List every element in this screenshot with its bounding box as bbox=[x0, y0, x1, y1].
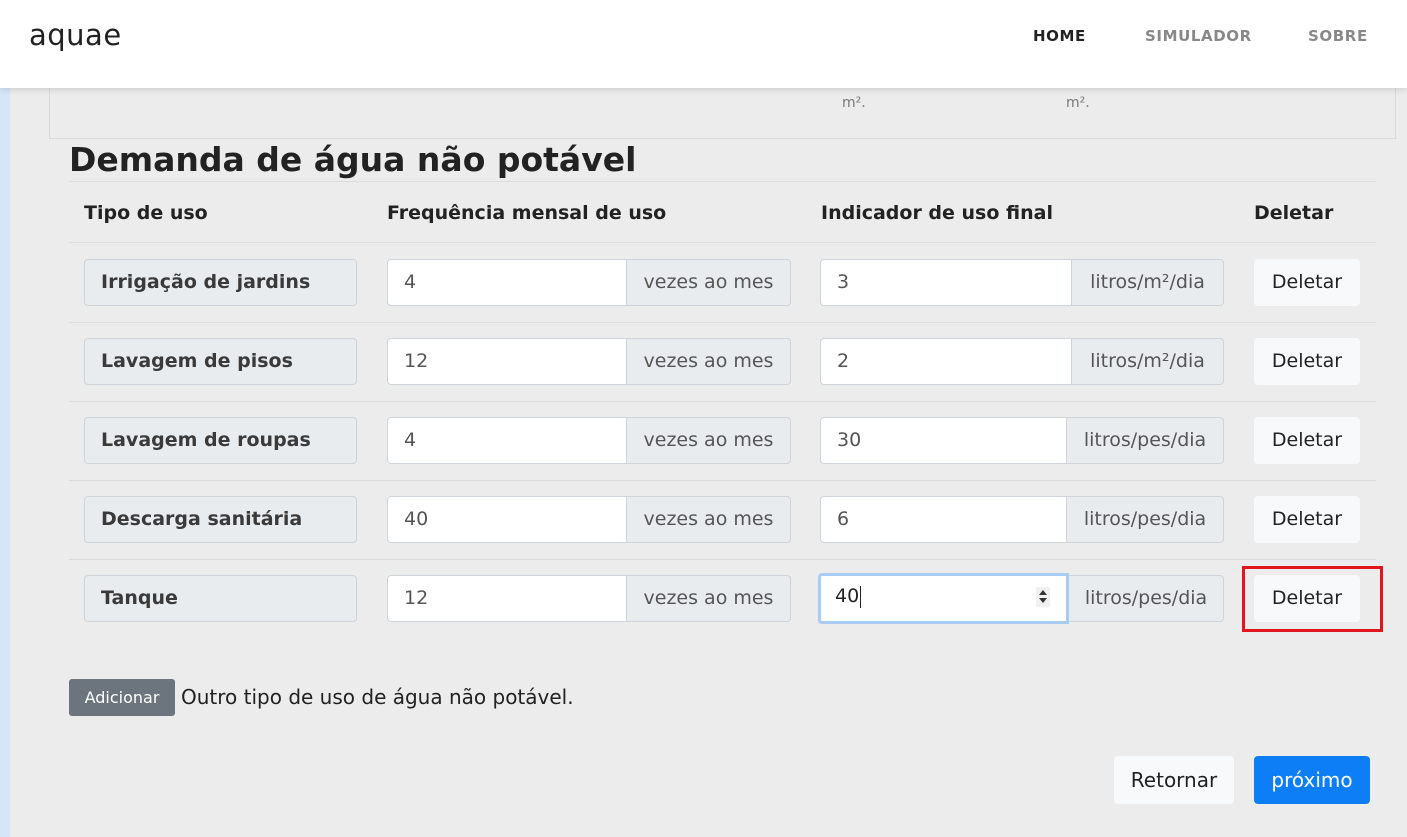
section-title: Demanda de água não potável bbox=[69, 140, 637, 179]
indicator-input[interactable]: 3 bbox=[820, 259, 1072, 306]
add-description: Outro tipo de uso de água não potável. bbox=[181, 685, 574, 709]
divider bbox=[69, 181, 1376, 182]
previous-section-card bbox=[49, 80, 1396, 139]
spinner-down-icon[interactable] bbox=[1039, 598, 1047, 603]
next-button[interactable]: próximo bbox=[1254, 756, 1370, 804]
indicator-input-value: 40 bbox=[835, 585, 860, 607]
spinner-up-icon[interactable] bbox=[1039, 590, 1047, 595]
frequency-input[interactable]: 4 bbox=[387, 417, 627, 464]
indicator-input[interactable]: 30 bbox=[820, 417, 1067, 464]
row-name: Lavagem de roupas bbox=[84, 417, 357, 464]
divider bbox=[69, 401, 1376, 402]
frequency-unit: vezes ao mes bbox=[627, 259, 791, 306]
frequency-input[interactable]: 4 bbox=[387, 259, 627, 306]
delete-button[interactable]: Deletar bbox=[1254, 496, 1360, 543]
frequency-input[interactable]: 12 bbox=[387, 575, 627, 622]
indicator-unit: litros/pes/dia bbox=[1069, 575, 1224, 622]
indicator-unit: litros/m²/dia bbox=[1072, 338, 1224, 385]
nav-simulador[interactable]: SIMULADOR bbox=[1145, 27, 1252, 45]
unit-note: m². bbox=[842, 95, 866, 111]
delete-button[interactable]: Deletar bbox=[1254, 417, 1360, 464]
nav-sobre[interactable]: SOBRE bbox=[1308, 27, 1368, 45]
divider bbox=[69, 242, 1376, 243]
nav-home[interactable]: HOME bbox=[1033, 27, 1086, 45]
navbar: aquae HOME SIMULADOR SOBRE bbox=[0, 0, 1407, 88]
number-spinner-icon[interactable] bbox=[1036, 587, 1050, 607]
left-accent-strip bbox=[0, 88, 10, 837]
divider bbox=[69, 559, 1376, 560]
frequency-input[interactable]: 40 bbox=[387, 496, 627, 543]
header-frequencia: Frequência mensal de uso bbox=[387, 202, 667, 224]
header-tipo-de-uso: Tipo de uso bbox=[84, 202, 208, 224]
header-indicador: Indicador de uso final bbox=[821, 202, 1053, 224]
indicator-input[interactable]: 6 bbox=[820, 496, 1067, 543]
frequency-input[interactable]: 12 bbox=[387, 338, 627, 385]
indicator-unit: litros/pes/dia bbox=[1067, 417, 1224, 464]
row-name: Descarga sanitária bbox=[84, 496, 357, 543]
frequency-unit: vezes ao mes bbox=[627, 496, 791, 543]
unit-note: m². bbox=[1066, 95, 1090, 111]
frequency-unit: vezes ao mes bbox=[627, 417, 791, 464]
brand-logo[interactable]: aquae bbox=[29, 18, 122, 52]
indicator-input[interactable]: 2 bbox=[820, 338, 1072, 385]
add-button[interactable]: Adicionar bbox=[69, 679, 175, 716]
highlight-box bbox=[1242, 566, 1383, 632]
delete-button[interactable]: Deletar bbox=[1254, 259, 1360, 306]
divider bbox=[69, 322, 1376, 323]
indicator-unit: litros/m²/dia bbox=[1072, 259, 1224, 306]
row-name: Tanque bbox=[84, 575, 357, 622]
divider bbox=[69, 480, 1376, 481]
indicator-input-focused[interactable]: 40 bbox=[818, 573, 1069, 624]
delete-button[interactable]: Deletar bbox=[1254, 338, 1360, 385]
frequency-unit: vezes ao mes bbox=[627, 575, 791, 622]
header-deletar: Deletar bbox=[1254, 202, 1334, 224]
back-button[interactable]: Retornar bbox=[1114, 756, 1234, 804]
text-caret bbox=[860, 585, 862, 608]
row-name: Irrigação de jardins bbox=[84, 259, 357, 306]
frequency-unit: vezes ao mes bbox=[627, 338, 791, 385]
row-name: Lavagem de pisos bbox=[84, 338, 357, 385]
indicator-unit: litros/pes/dia bbox=[1067, 496, 1224, 543]
